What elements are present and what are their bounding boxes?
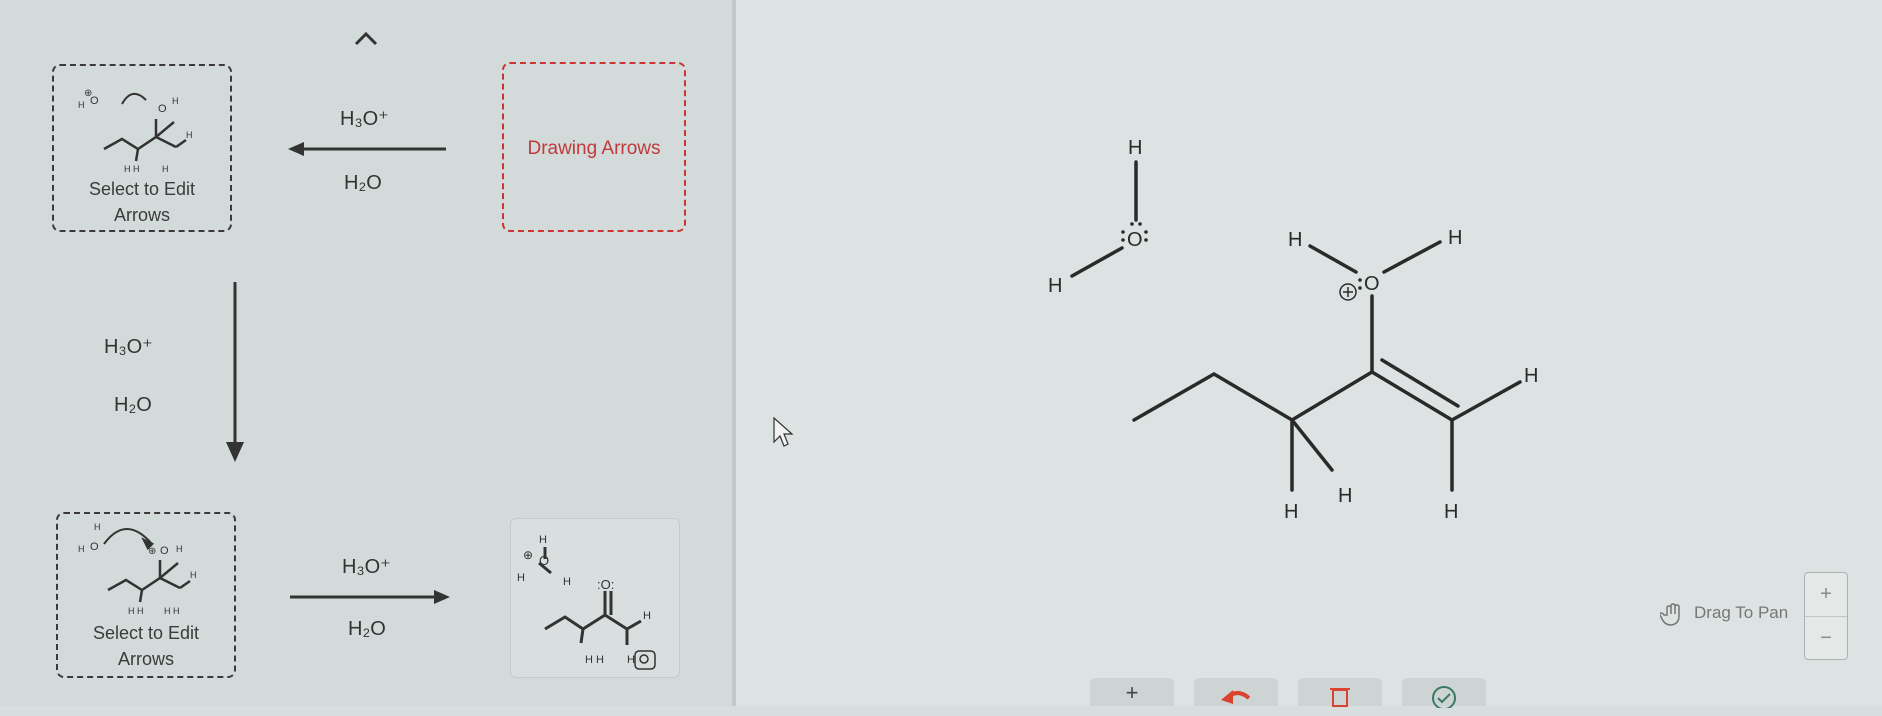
svg-text:H: H [78, 544, 85, 554]
zoom-control: + − [1804, 572, 1848, 660]
step1-structure-thumbnail: ⊕ H O O H H H H H [78, 88, 193, 174]
top-arrow-reagent-above: H₃O⁺ [340, 108, 389, 130]
oxonium-o[interactable]: O [1364, 273, 1380, 295]
svg-text:H: H [563, 576, 571, 588]
delete-button[interactable] [1298, 678, 1382, 707]
svg-text:H: H [643, 610, 651, 622]
oxonium-h-left[interactable]: H [1288, 229, 1302, 251]
done-button[interactable] [1402, 678, 1486, 710]
drawing-arrows-label: Drawing Arrows [527, 138, 661, 159]
oxonium-h-right[interactable]: H [1448, 227, 1462, 249]
ch-h-2[interactable]: H [1338, 485, 1352, 507]
undo-button[interactable] [1194, 678, 1278, 706]
svg-text:H H: H H [124, 164, 140, 174]
svg-text:H: H [186, 130, 193, 140]
svg-text:⊕: ⊕ [523, 548, 533, 562]
card1-label-line1: Select to Edit [88, 179, 196, 199]
down-arrow-reagent-above: H₃O⁺ [104, 336, 153, 358]
vinyl-h[interactable]: H [1524, 365, 1538, 387]
oxonium-bond-right [1382, 240, 1442, 274]
carbon-chain [1132, 370, 1374, 423]
svg-text:O: O [539, 553, 549, 568]
svg-text:H H: H H [585, 654, 604, 666]
svg-text::O:: :O: [597, 577, 614, 592]
zoom-in-button[interactable]: + [1805, 573, 1847, 617]
top-arrow-reagent-below: H₂O [344, 172, 382, 194]
ch-h-1[interactable]: H [1284, 501, 1298, 523]
water-bond-left [1070, 246, 1124, 278]
drawing-canvas[interactable]: H O H H H O H H H H Drag To Pan + − [736, 0, 1882, 706]
vinyl-bond-h [1450, 380, 1522, 422]
ch-bond-diag [1290, 418, 1334, 472]
svg-text:H: H [78, 100, 85, 110]
step-card-3[interactable]: H H O ⊕ O H H H H H H Select to Edit Arr… [56, 512, 236, 678]
structure-drawing[interactable]: H O H H H O H H H H [736, 0, 1882, 706]
drag-to-pan-label: Drag To Pan [1694, 603, 1789, 622]
svg-text:H: H [162, 164, 169, 174]
trash-icon [1330, 688, 1350, 707]
step-card-1[interactable]: ⊕ H O O H H H H H Select to Edit Arrows [52, 64, 232, 232]
step-card-2-drawing-arrows[interactable]: Drawing Arrows [502, 62, 686, 232]
svg-text:H: H [94, 522, 101, 532]
step3-structure-thumbnail: H H O ⊕ O H H H H H H [78, 522, 197, 616]
product-card[interactable]: H ⊕ O H H :O: H H H H [510, 518, 680, 678]
product-structure-thumbnail: H ⊕ O H H :O: H H H H [517, 534, 656, 670]
bottom-toolbar: + [1090, 678, 1500, 710]
down-arrow-reagent-below: H₂O [114, 394, 152, 416]
add-button[interactable]: + [1090, 678, 1174, 706]
svg-text:⊕: ⊕ [148, 546, 156, 557]
hand-icon [1660, 603, 1680, 626]
svg-text:O: O [90, 541, 99, 553]
oxonium-bond-left [1308, 244, 1358, 274]
svg-text:H: H [172, 96, 179, 106]
svg-text:H: H [190, 570, 197, 580]
water-h-top[interactable]: H [1128, 137, 1142, 159]
svg-text:H H: H H [128, 606, 144, 616]
svg-text:H H: H H [164, 606, 180, 616]
left-arrow-icon[interactable] [286, 138, 448, 160]
vinyl-h-bottom[interactable]: H [1444, 501, 1458, 523]
bottom-arrow-reagent-above: H₃O⁺ [342, 556, 391, 578]
mechanism-steps-panel: ⊕ H O O H H H H H Select to Edit Arrows … [0, 0, 732, 706]
water-h-left[interactable]: H [1048, 275, 1062, 297]
svg-text:O: O [160, 545, 169, 557]
card3-label-line2: Arrows [117, 649, 174, 669]
mouse-cursor-icon [773, 416, 794, 447]
water-o[interactable]: O [1127, 229, 1143, 251]
down-arrow-icon[interactable] [222, 282, 248, 464]
positive-charge-icon [1339, 283, 1357, 301]
check-icon [1432, 686, 1456, 710]
bottom-arrow-reagent-below: H₂O [348, 618, 386, 640]
svg-text:H: H [627, 654, 635, 666]
chevron-up-icon[interactable] [352, 28, 380, 50]
card1-label-line2: Arrows [113, 205, 170, 225]
card3-label-line1: Select to Edit [92, 623, 200, 643]
svg-text:O: O [90, 95, 99, 107]
svg-text:H: H [176, 544, 183, 554]
svg-text:O: O [158, 103, 167, 115]
svg-text:H: H [539, 534, 547, 546]
undo-icon [1221, 690, 1251, 704]
svg-text:H: H [517, 572, 525, 584]
zoom-out-button[interactable]: − [1805, 617, 1847, 660]
right-arrow-icon[interactable] [290, 586, 452, 608]
